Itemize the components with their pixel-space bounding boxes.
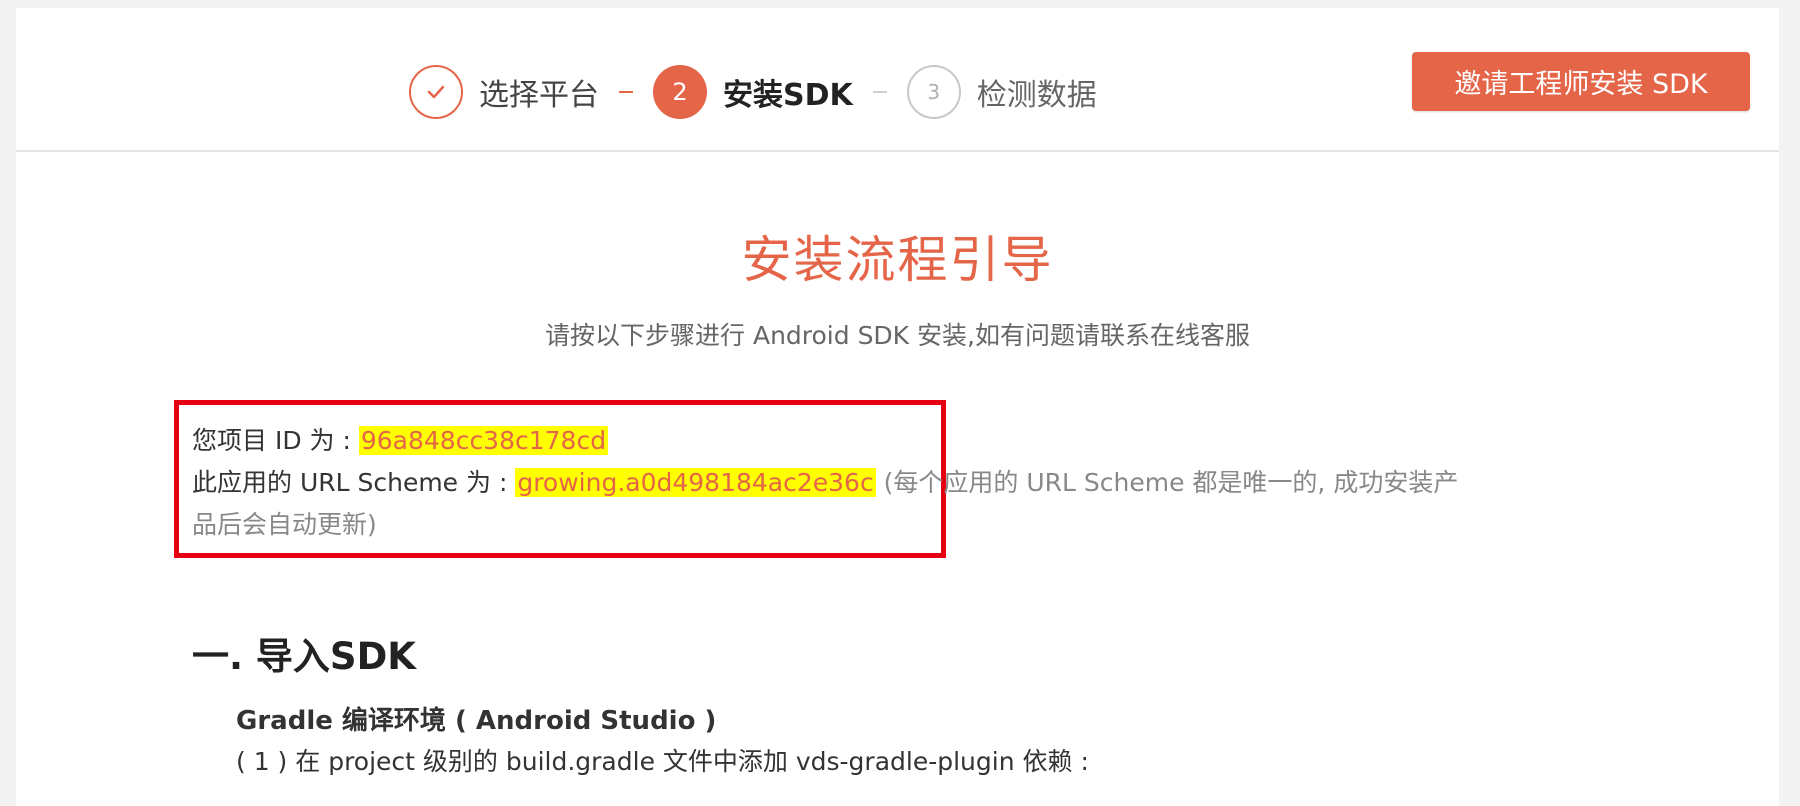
step-3-circle: 3 <box>906 65 961 119</box>
progress-steps: 选择平台 2 安装SDK 3 检测数据 <box>409 62 1097 122</box>
step-2-label: 安装SDK <box>723 78 853 113</box>
url-scheme-line: 此应用的 URL Scheme 为 : growing.a0d498184ac2… <box>192 462 1592 504</box>
step-separator <box>872 91 887 93</box>
project-id-value: 96a848cc38c178cd <box>358 426 609 455</box>
url-scheme-value: growing.a0d498184ac2e36c <box>515 468 876 497</box>
project-info: 您项目 ID 为 : 96a848cc38c178cd 此应用的 URL Sch… <box>192 420 1592 546</box>
instruction-step-1: ( 1 ) 在 project 级别的 build.gradle 文件中添加 v… <box>236 747 1089 776</box>
project-id-label: 您项目 ID 为 : <box>192 426 359 455</box>
step-2-circle: 2 <box>653 65 707 119</box>
step-2-number: 2 <box>672 78 688 106</box>
invite-engineer-button[interactable]: 邀请工程师安装 SDK <box>1412 52 1750 111</box>
url-scheme-note-continued: 品后会自动更新) <box>192 510 377 539</box>
step-3-number: 3 <box>927 80 941 104</box>
url-scheme-label: 此应用的 URL Scheme 为 : <box>192 468 516 497</box>
page: 选择平台 2 安装SDK 3 检测数据 邀请工程师安装 SDK 安装流程引导 请… <box>16 8 1779 806</box>
guide-subtitle: 请按以下步骤进行 Android SDK 安装,如有问题请联系在线客服 <box>545 321 1250 350</box>
url-scheme-note: (每个应用的 URL Scheme 都是唯一的, 成功安装产 <box>875 468 1459 497</box>
section-title: 一. 导入SDK <box>192 635 416 678</box>
project-id-line: 您项目 ID 为 : 96a848cc38c178cd <box>192 420 1592 462</box>
step-separator <box>619 91 633 93</box>
env-title: Gradle 编译环境 ( Android Studio ) <box>236 706 717 736</box>
step-1-circle <box>409 65 463 119</box>
check-icon <box>427 85 445 99</box>
step-1-label: 选择平台 <box>479 78 599 113</box>
top-bar: 选择平台 2 安装SDK 3 检测数据 邀请工程师安装 SDK <box>16 8 1779 152</box>
guide-title: 安装流程引导 <box>741 231 1054 289</box>
step-3-label: 检测数据 <box>976 78 1097 113</box>
